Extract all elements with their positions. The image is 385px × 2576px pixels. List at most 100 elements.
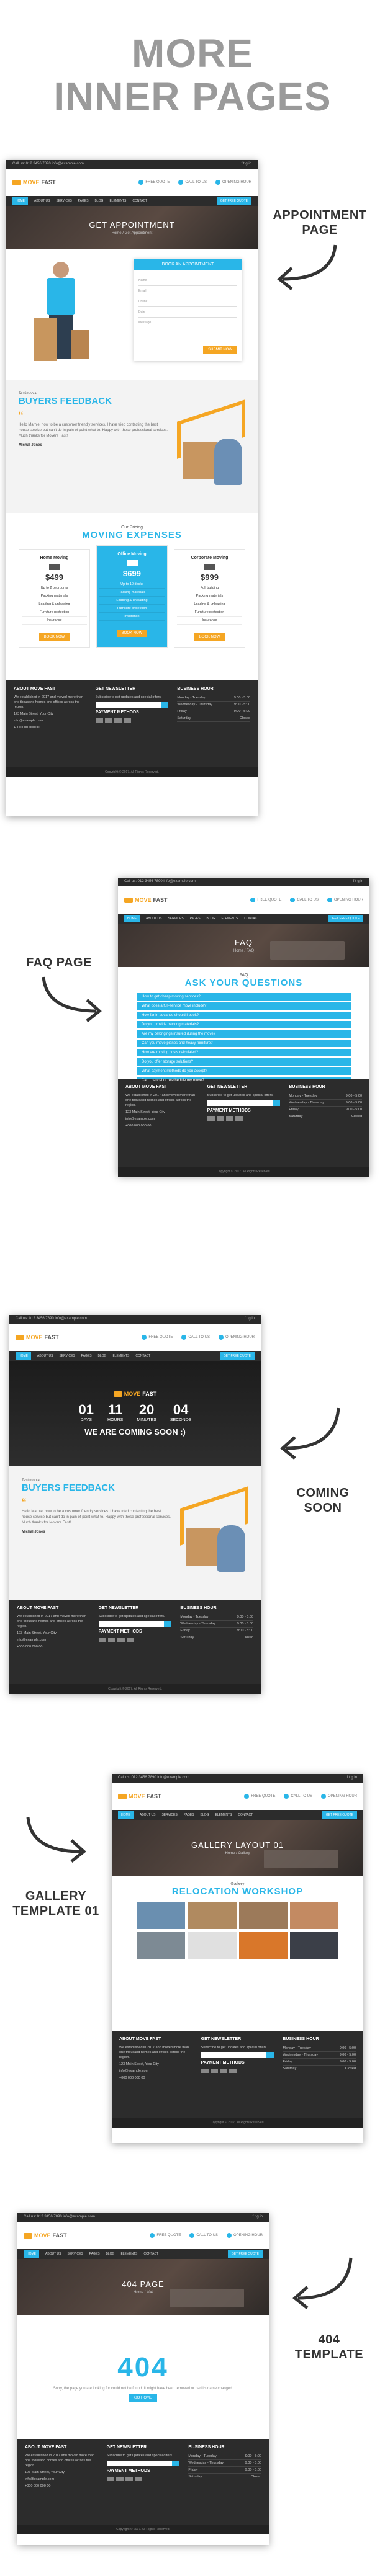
message-field[interactable]: Message [138, 318, 237, 336]
nav-elements[interactable]: ELEMENTS [109, 199, 126, 203]
nav-home[interactable]: HOME [12, 197, 28, 205]
nav-about[interactable]: ABOUT US [146, 917, 161, 920]
nav-elements[interactable]: ELEMENTS [215, 1813, 232, 1817]
social-icons[interactable]: f t g in [253, 2215, 263, 2220]
nav-home[interactable]: HOME [16, 1352, 31, 1360]
gallery-image[interactable] [188, 1902, 237, 1929]
site-logo[interactable]: MOVE FAST [118, 1793, 161, 1799]
date-field[interactable]: Date [138, 307, 237, 318]
submit-button[interactable]: SUBMIT NOW [203, 346, 237, 354]
nav-about[interactable]: ABOUT US [37, 1354, 53, 1358]
gallery-image[interactable] [137, 1902, 186, 1929]
gallery-image[interactable] [188, 1932, 237, 1959]
nav-services[interactable]: SERVICES [56, 199, 71, 203]
faq-item[interactable]: Can you move pianos and heavy furniture? [137, 1040, 351, 1047]
faq-item[interactable]: Are my belongings insured during the mov… [137, 1030, 351, 1038]
hours-day: Wednesday - Thursday [283, 2053, 319, 2057]
nav-pages[interactable]: PAGES [81, 1354, 92, 1358]
nav-elements[interactable]: ELEMENTS [112, 1354, 129, 1358]
nav-pages[interactable]: PAGES [78, 199, 89, 203]
newsletter-input[interactable] [95, 702, 161, 708]
nav-contact[interactable]: CONTACT [238, 1813, 253, 1817]
faq-item[interactable]: How are moving costs calculated? [137, 1049, 351, 1056]
social-icons[interactable]: f t g in [347, 1776, 357, 1781]
free-quote-button[interactable]: GET FREE QUOTE [322, 1811, 357, 1819]
name-field[interactable]: Name [138, 275, 237, 286]
nav-about[interactable]: ABOUT US [140, 1813, 155, 1817]
error-section: 404 Sorry, the page you are looking for … [17, 2315, 269, 2439]
faq-item[interactable]: Do you offer storage solutions? [137, 1058, 351, 1066]
nav-contact[interactable]: CONTACT [143, 2252, 158, 2256]
nav-pages[interactable]: PAGES [190, 917, 201, 920]
newsletter-submit-button[interactable] [266, 2052, 274, 2058]
free-quote-button[interactable]: GET FREE QUOTE [227, 2250, 263, 2258]
nav-services[interactable]: SERVICES [59, 1354, 75, 1358]
footer-email[interactable]: info@example.com [25, 2477, 98, 2482]
phone-field[interactable]: Phone [138, 296, 237, 307]
newsletter-submit-button[interactable] [172, 2461, 180, 2466]
nav-about[interactable]: ABOUT US [45, 2252, 61, 2256]
site-logo[interactable]: MOVE FAST [12, 179, 56, 185]
footer-email[interactable]: info@example.com [125, 1116, 199, 1121]
faq-item[interactable]: How far in advance should I book? [137, 1012, 351, 1019]
nav-blog[interactable]: BLOG [207, 917, 215, 920]
nav-home[interactable]: HOME [118, 1811, 134, 1819]
nav-about[interactable]: ABOUT US [34, 199, 50, 203]
newsletter-input[interactable] [106, 2461, 173, 2466]
site-logo[interactable]: MOVE FAST [16, 1334, 59, 1340]
nav-blog[interactable]: BLOG [106, 2252, 115, 2256]
nav-services[interactable]: SERVICES [161, 1813, 177, 1817]
gallery-image[interactable] [238, 1932, 288, 1959]
newsletter-submit-button[interactable] [161, 702, 169, 708]
gallery-image[interactable] [289, 1902, 338, 1929]
nav-services[interactable]: SERVICES [168, 917, 183, 920]
newsletter-submit-button[interactable] [273, 1100, 281, 1106]
social-icons[interactable]: f t g in [353, 880, 363, 885]
nav-home[interactable]: HOME [124, 915, 140, 922]
free-quote-button[interactable]: GET FREE QUOTE [328, 915, 363, 922]
nav-pages[interactable]: PAGES [89, 2252, 100, 2256]
faq-item[interactable]: What does a full-service move include? [137, 1002, 351, 1010]
gallery-image[interactable] [137, 1932, 186, 1959]
nav-services[interactable]: SERVICES [67, 2252, 83, 2256]
newsletter-input[interactable] [98, 1621, 165, 1627]
nav-blog[interactable]: BLOG [98, 1354, 107, 1358]
faq-item[interactable]: What payment methods do you accept? [137, 1067, 351, 1075]
free-quote-button[interactable]: GET FREE QUOTE [219, 1352, 255, 1360]
footer-phone: +000 000 000 00 [119, 2076, 145, 2080]
book-button[interactable]: BOOK NOW [38, 633, 70, 641]
book-button[interactable]: BOOK NOW [194, 633, 225, 641]
nav-contact[interactable]: CONTACT [244, 917, 259, 920]
faq-item[interactable]: How to get cheap moving services? [137, 993, 351, 1001]
book-button[interactable]: BOOK NOW [116, 630, 148, 637]
site-logo[interactable]: MOVE FAST [124, 897, 168, 903]
social-icons[interactable]: f t g in [245, 1317, 255, 1322]
nav-elements[interactable]: ELEMENTS [221, 917, 238, 920]
nav-blog[interactable]: BLOG [95, 199, 104, 203]
footer-email[interactable]: info@example.com [119, 2069, 192, 2074]
newsletter-title: GET NEWSLETTER [106, 2445, 147, 2449]
footer-email[interactable]: info@example.com [14, 718, 87, 723]
nav-contact[interactable]: CONTACT [132, 199, 147, 203]
free-quote-button[interactable]: GET FREE QUOTE [216, 197, 251, 205]
hours-time: 9:00 - 5:00 [339, 2053, 356, 2057]
footer-email[interactable]: info@example.com [17, 1638, 90, 1642]
hours-day: Friday [188, 2468, 198, 2472]
nav-contact[interactable]: CONTACT [135, 1354, 150, 1358]
gallery-image[interactable] [289, 1932, 338, 1959]
newsletter-submit-button[interactable] [164, 1621, 172, 1627]
gallery-image[interactable] [238, 1902, 288, 1929]
nav-home[interactable]: HOME [24, 2250, 39, 2258]
faq-item[interactable]: Do you provide packing materials? [137, 1021, 351, 1028]
nav-blog[interactable]: BLOG [201, 1813, 209, 1817]
pricing-section: Our Pricing MOVING EXPENSES Home Moving … [6, 513, 258, 680]
email-field[interactable]: Email [138, 286, 237, 296]
hours-time: 9:00 - 5:00 [237, 1629, 254, 1633]
go-home-button[interactable]: GO HOME [129, 2394, 157, 2402]
site-logo[interactable]: MOVE FAST [24, 2232, 67, 2239]
nav-pages[interactable]: PAGES [184, 1813, 194, 1817]
newsletter-input[interactable] [207, 1100, 273, 1106]
newsletter-input[interactable] [201, 2052, 267, 2058]
plan-feature: Loading & unloading [99, 597, 165, 605]
nav-elements[interactable]: ELEMENTS [120, 2252, 137, 2256]
